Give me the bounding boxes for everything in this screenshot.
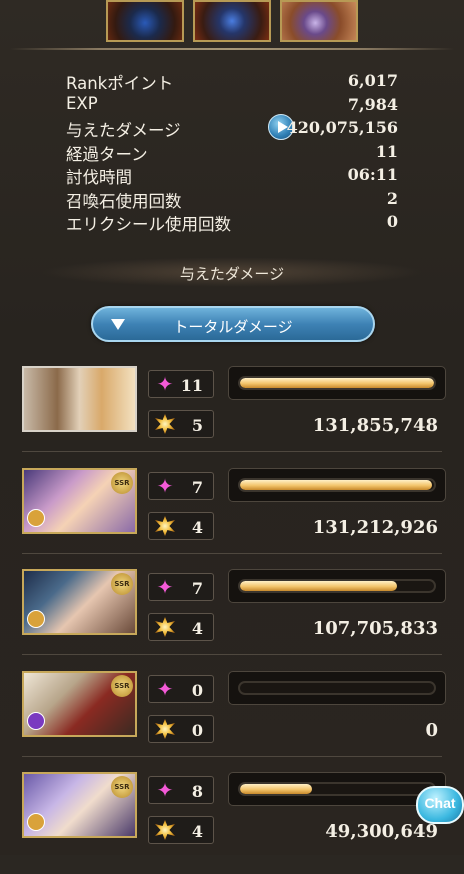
stat-value: 6,017 [347, 71, 398, 90]
ssr-rarity-icon: SSR [111, 675, 133, 697]
attack-count-badge: ✦ 8 [148, 776, 214, 804]
attack-count-badge: ✦ 7 [148, 573, 214, 601]
attack-count-badge: ✦ 11 [148, 370, 214, 398]
row-separator [22, 451, 442, 452]
skill-count: 4 [191, 518, 203, 537]
stat-summons-used: 召喚石使用回数 2 [66, 188, 398, 212]
skill-count-badge: 0 [148, 715, 214, 743]
attack-count: 7 [191, 579, 203, 598]
party-member-row: SSR ✦ 8 4 49,300,649 [0, 772, 464, 874]
stat-rank-points: Rankポイント 6,017 [66, 70, 398, 94]
chat-button[interactable]: Chat [416, 786, 464, 824]
character-portrait[interactable]: SSR [22, 772, 137, 838]
stat-value: 2 [386, 188, 398, 208]
stat-label: Rankポイント [66, 74, 174, 93]
divider [10, 48, 454, 50]
damage-value: 107,705,833 [312, 618, 438, 639]
row-separator [22, 553, 442, 554]
skill-count: 4 [191, 822, 203, 841]
sparkle-icon: ✦ [156, 677, 174, 701]
skill-count: 0 [191, 721, 203, 740]
stat-label: EXP [66, 93, 98, 113]
attack-count: 11 [180, 376, 203, 395]
damage-bar-fill [240, 480, 433, 490]
section-title: 与えたダメージ [179, 265, 285, 283]
burst-icon [155, 617, 175, 637]
stat-value: 420,075,156 [286, 118, 398, 137]
party-member-row: SSR ✦ 7 4 107,705,833 [0, 569, 464, 671]
sparkle-icon: ✦ [156, 474, 174, 498]
attack-count-badge: ✦ 0 [148, 675, 214, 703]
battle-stats: Rankポイント 6,017 EXP 7,984 与えたダメージ 420,075… [66, 70, 398, 235]
stat-label: 経過ターン [66, 144, 148, 164]
reward-items [0, 0, 464, 46]
attack-count: 8 [191, 782, 203, 801]
sparkle-icon: ✦ [156, 575, 174, 599]
skill-count: 4 [191, 619, 203, 638]
damage-value: 131,855,748 [312, 415, 438, 436]
sparkle-icon: ✦ [156, 372, 174, 396]
stat-turns: 経過ターン 11 [66, 141, 398, 165]
character-portrait[interactable]: SSR [22, 569, 137, 635]
skill-count-badge: 4 [148, 613, 214, 641]
sparkle-icon: ✦ [156, 778, 174, 802]
reward-item-2[interactable] [193, 0, 271, 42]
stat-label: エリクシール使用回数 [66, 215, 231, 234]
damage-bar-fill [240, 378, 434, 388]
stat-value: 7,984 [347, 94, 398, 114]
main-character-portrait[interactable] [22, 366, 137, 432]
ssr-rarity-icon: SSR [111, 776, 133, 798]
attack-count: 7 [191, 478, 203, 497]
damage-value: 0 [425, 720, 438, 741]
burst-icon [155, 516, 175, 536]
skill-count: 5 [191, 416, 203, 435]
stat-label: 召喚石使用回数 [66, 191, 182, 211]
damage-bar [228, 671, 446, 705]
light-element-icon [27, 813, 45, 831]
stat-label: 討伐時間 [66, 168, 132, 187]
reward-item-1[interactable] [106, 0, 184, 42]
light-element-icon [27, 509, 45, 527]
reward-item-3[interactable] [280, 0, 358, 42]
stat-label: 与えたダメージ [66, 121, 181, 140]
character-portrait[interactable]: SSR [22, 671, 137, 737]
stat-exp: EXP 7,984 [66, 94, 398, 118]
damage-type-dropdown[interactable]: トータルダメージ [91, 306, 375, 342]
party-member-row: SSR ✦ 7 4 131,212,926 [0, 468, 464, 570]
party-member-row: SSR ✦ 0 0 0 [0, 671, 464, 773]
dark-element-icon [27, 712, 45, 730]
damage-bar [228, 468, 446, 502]
skill-count-badge: 4 [148, 816, 214, 844]
damage-bar-fill [240, 784, 312, 794]
light-element-icon [27, 610, 45, 628]
attack-count-badge: ✦ 7 [148, 472, 214, 500]
ssr-rarity-icon: SSR [111, 573, 133, 595]
stat-value: 0 [386, 212, 398, 231]
damage-bar-fill [240, 581, 398, 591]
stat-damage-dealt: 与えたダメージ 420,075,156 [66, 114, 398, 141]
attack-count: 0 [191, 681, 203, 700]
damage-value: 49,300,649 [325, 821, 438, 842]
row-separator [22, 654, 442, 655]
ssr-rarity-icon: SSR [111, 472, 133, 494]
stat-time: 討伐時間 06:11 [66, 164, 398, 188]
character-portrait[interactable]: SSR [22, 468, 137, 534]
row-separator [22, 756, 442, 757]
damage-bar [228, 569, 446, 603]
stat-elixirs-used: エリクシール使用回数 0 [66, 211, 398, 235]
burst-icon [155, 414, 175, 434]
party-member-row: ✦ 11 5 131,855,748 [0, 366, 464, 468]
skill-count-badge: 4 [148, 512, 214, 540]
burst-icon [155, 820, 175, 840]
skill-count-badge: 5 [148, 410, 214, 438]
damage-bar [228, 366, 446, 400]
damage-value: 131,212,926 [312, 517, 438, 538]
burst-icon [155, 719, 175, 739]
damage-bar [228, 772, 446, 806]
stat-value: 06:11 [347, 165, 398, 184]
dropdown-label: トータルダメージ [173, 318, 293, 336]
stat-value: 11 [375, 141, 398, 161]
